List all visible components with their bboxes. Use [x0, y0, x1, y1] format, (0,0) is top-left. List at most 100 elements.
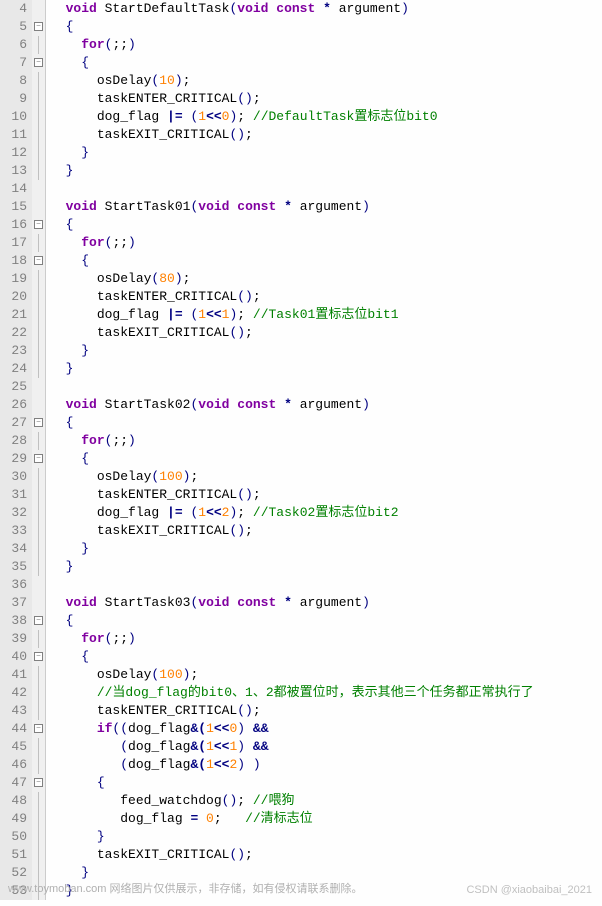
fold-marker[interactable]: − — [32, 414, 45, 432]
fold-marker[interactable]: − — [32, 54, 45, 72]
fold-marker[interactable]: − — [32, 720, 45, 738]
fold-marker[interactable]: − — [32, 216, 45, 234]
fold-marker[interactable]: − — [32, 648, 45, 666]
fold-marker[interactable]: − — [32, 450, 45, 468]
fold-minus-icon[interactable]: − — [34, 724, 43, 733]
token-func: taskEXIT_CRITICAL — [97, 523, 230, 538]
token-punct: ; — [190, 469, 198, 484]
code-line: void StartTask01(void const * argument) — [50, 198, 602, 216]
token-punct: ; — [245, 847, 253, 862]
code-line: //当dog_flag的bit0、1、2都被置位时，表示其他三个任务都正常执行了 — [50, 684, 602, 702]
fold-margin: − − − − − − − − − − — [32, 0, 46, 900]
token-kw: void — [66, 595, 105, 610]
line-number-gutter: 4567891011121314151617181920212223242526… — [0, 0, 32, 900]
fold-line-icon — [38, 504, 39, 522]
fold-minus-icon[interactable]: − — [34, 454, 43, 463]
token-op: = — [190, 811, 206, 826]
fold-marker — [32, 756, 45, 774]
code-line: { — [50, 648, 602, 666]
token-paren: ) — [128, 37, 136, 52]
token-ident: argument — [300, 595, 362, 610]
code-line: } — [50, 144, 602, 162]
code-line: } — [50, 558, 602, 576]
token-ident: argument — [339, 1, 401, 16]
fold-marker — [32, 432, 45, 450]
token-punct: ;; — [112, 433, 128, 448]
token-punct: ; — [190, 667, 198, 682]
fold-marker — [32, 144, 45, 162]
fold-marker — [32, 180, 45, 198]
watermark-text: www.toymoban.com 网络图片仅供展示，非存储，如有侵权请联系删除。 — [8, 880, 362, 896]
fold-marker — [32, 540, 45, 558]
fold-minus-icon[interactable]: − — [34, 256, 43, 265]
line-number: 14 — [5, 180, 27, 198]
fold-minus-icon[interactable]: − — [34, 778, 43, 787]
token-op: << — [214, 757, 230, 772]
code-line: { — [50, 252, 602, 270]
line-number: 42 — [5, 684, 27, 702]
fold-minus-icon[interactable]: − — [34, 616, 43, 625]
line-number: 26 — [5, 396, 27, 414]
token-op: << — [214, 739, 230, 754]
token-brace: } — [81, 343, 89, 358]
token-comment: //当dog_flag的bit0、1、2都被置位时，表示其他三个任务都正常执行了 — [97, 685, 534, 700]
fold-minus-icon[interactable]: − — [34, 220, 43, 229]
code-line: osDelay(80); — [50, 270, 602, 288]
fold-marker — [32, 792, 45, 810]
fold-line-icon — [38, 126, 39, 144]
token-paren: () — [237, 703, 253, 718]
fold-line-icon — [38, 738, 39, 756]
token-num: 1 — [206, 757, 214, 772]
fold-marker — [32, 234, 45, 252]
token-brace: { — [81, 55, 89, 70]
token-comment: //Task02置标志位bit2 — [253, 505, 399, 520]
fold-line-icon — [38, 684, 39, 702]
token-paren: ) — [362, 397, 370, 412]
token-punct: ; — [183, 73, 191, 88]
line-number: 23 — [5, 342, 27, 360]
code-line: osDelay(100); — [50, 666, 602, 684]
fold-marker — [32, 702, 45, 720]
token-num: 80 — [159, 271, 175, 286]
fold-line-icon — [38, 792, 39, 810]
token-num: 1 — [198, 307, 206, 322]
fold-line-icon — [38, 234, 39, 252]
code-line: { — [50, 414, 602, 432]
line-number: 24 — [5, 360, 27, 378]
fold-marker[interactable]: − — [32, 612, 45, 630]
token-func: taskEXIT_CRITICAL — [97, 127, 230, 142]
fold-line-icon — [38, 288, 39, 306]
fold-line-icon — [38, 810, 39, 828]
fold-marker — [32, 738, 45, 756]
code-line: void StartTask03(void const * argument) — [50, 594, 602, 612]
fold-marker — [32, 486, 45, 504]
fold-marker[interactable]: − — [32, 18, 45, 36]
token-ident: argument — [300, 397, 362, 412]
fold-minus-icon[interactable]: − — [34, 652, 43, 661]
code-line: osDelay(100); — [50, 468, 602, 486]
fold-marker[interactable]: − — [32, 774, 45, 792]
fold-line-icon — [38, 90, 39, 108]
line-number: 38 — [5, 612, 27, 630]
fold-line-icon — [38, 270, 39, 288]
token-func: taskENTER_CRITICAL — [97, 91, 237, 106]
fold-marker — [32, 108, 45, 126]
line-number: 29 — [5, 450, 27, 468]
fold-minus-icon[interactable]: − — [34, 58, 43, 67]
line-number: 22 — [5, 324, 27, 342]
fold-marker[interactable]: − — [32, 252, 45, 270]
token-kw: for — [81, 433, 104, 448]
code-line: } — [50, 828, 602, 846]
token-op: << — [206, 307, 222, 322]
code-line: for(;;) — [50, 432, 602, 450]
code-line: taskEXIT_CRITICAL(); — [50, 522, 602, 540]
fold-minus-icon[interactable]: − — [34, 418, 43, 427]
line-number: 21 — [5, 306, 27, 324]
token-op: |= — [167, 109, 190, 124]
line-number: 27 — [5, 414, 27, 432]
token-ident: dog_flag — [128, 721, 190, 736]
fold-marker — [32, 288, 45, 306]
token-op: && — [253, 739, 269, 754]
token-func: StartDefaultTask — [105, 1, 230, 16]
fold-minus-icon[interactable]: − — [34, 22, 43, 31]
